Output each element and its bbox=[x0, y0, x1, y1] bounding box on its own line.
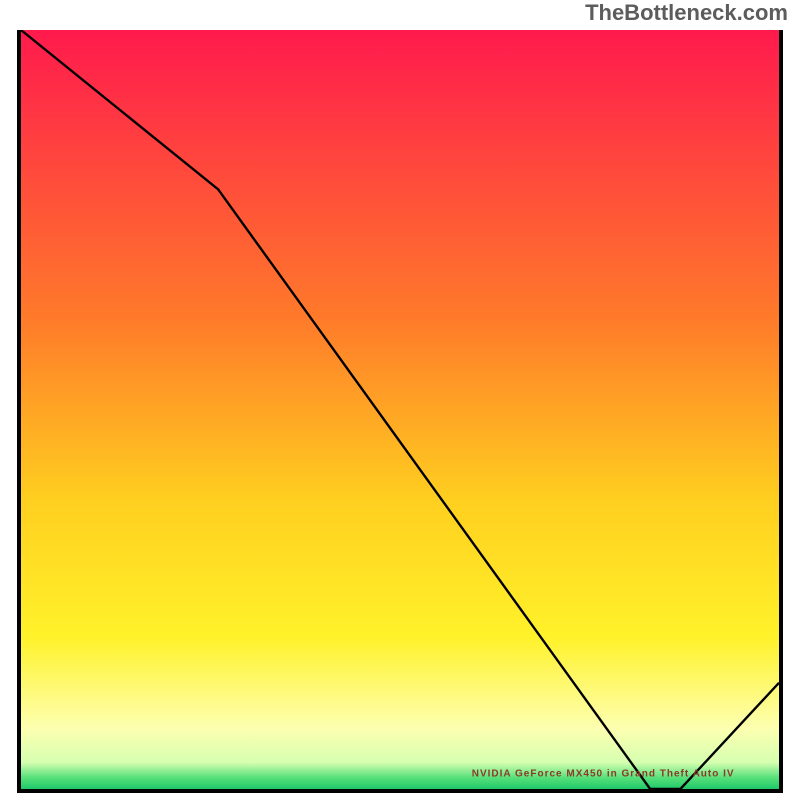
chart-container: TheBottleneck.com NVIDIA GeForce MX450 i… bbox=[0, 0, 800, 800]
annotation-label: NVIDIA GeForce MX450 in Grand Theft Auto… bbox=[472, 768, 735, 779]
chart-svg bbox=[21, 30, 779, 789]
plot-area: NVIDIA GeForce MX450 in Grand Theft Auto… bbox=[17, 30, 783, 793]
gradient-bg bbox=[21, 30, 779, 789]
watermark-text: TheBottleneck.com bbox=[585, 0, 788, 26]
